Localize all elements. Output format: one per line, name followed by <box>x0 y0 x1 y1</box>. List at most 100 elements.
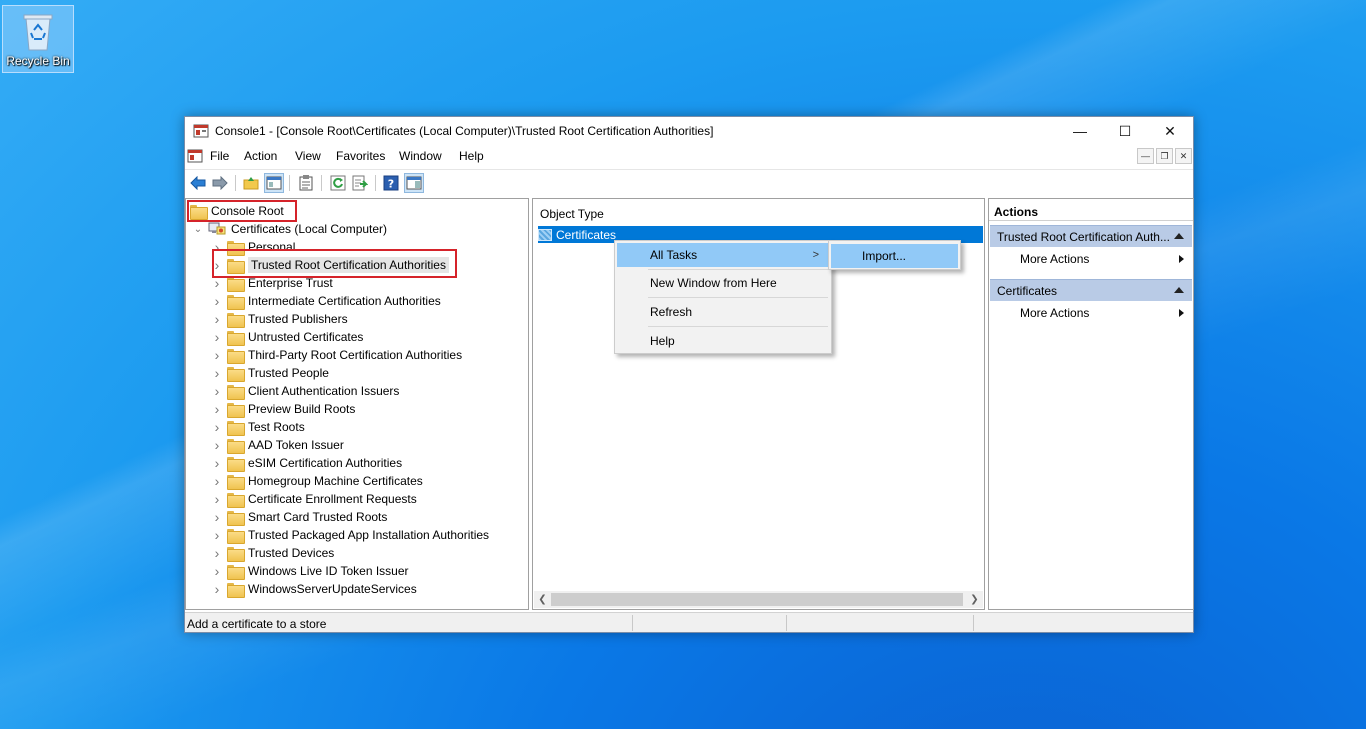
more-actions-link[interactable]: More Actions <box>1020 304 1089 322</box>
window-title: Console1 - [Console Root\Certificates (L… <box>215 124 714 138</box>
more-actions-link[interactable]: More Actions <box>1020 250 1089 268</box>
properties-icon[interactable] <box>296 173 316 193</box>
actions-section-certificates[interactable]: Certificates <box>990 279 1192 301</box>
show-hide-action-pane-icon[interactable] <box>404 173 424 193</box>
chevron-right-icon[interactable]: › <box>211 419 223 435</box>
tree-node-intermediate-certification-authorities[interactable]: › Intermediate Certification Authorities <box>211 292 441 310</box>
chevron-right-icon: > <box>812 249 819 261</box>
context-menu-refresh[interactable]: Refresh <box>617 300 829 324</box>
export-list-icon[interactable] <box>350 173 370 193</box>
chevron-down-icon[interactable]: ⌄ <box>192 223 204 235</box>
menu-action[interactable]: Action <box>244 149 277 163</box>
help-icon[interactable]: ? <box>381 173 401 193</box>
folder-icon <box>227 510 245 526</box>
show-hide-console-tree-icon[interactable] <box>264 173 284 193</box>
tree-node-label: Homegroup Machine Certificates <box>248 474 423 488</box>
tree-node-trusted-devices[interactable]: › Trusted Devices <box>211 544 334 562</box>
certificate-folder-icon <box>538 228 552 241</box>
collapse-up-icon[interactable] <box>1174 287 1184 293</box>
horizontal-scrollbar[interactable]: ❮ ❯ <box>534 591 983 608</box>
menu-help[interactable]: Help <box>459 149 484 163</box>
all-tasks-submenu: Import... <box>828 240 961 270</box>
title-bar[interactable]: Console1 - [Console Root\Certificates (L… <box>185 117 1193 145</box>
minimize-button[interactable]: — <box>1057 117 1103 145</box>
toolbar-separator <box>375 175 376 191</box>
menu-file[interactable]: File <box>210 149 229 163</box>
menu-view[interactable]: View <box>295 149 321 163</box>
tree-node-homegroup-machine-certificates[interactable]: › Homegroup Machine Certificates <box>211 472 423 490</box>
tree-node-test-roots[interactable]: › Test Roots <box>211 418 305 436</box>
chevron-right-icon[interactable]: › <box>211 437 223 453</box>
chevron-right-icon[interactable]: › <box>211 311 223 327</box>
refresh-icon[interactable] <box>328 173 348 193</box>
menu-item-label: All Tasks <box>650 248 698 262</box>
tree-node-trusted-packaged-app-installation-authorities[interactable]: › Trusted Packaged App Installation Autho… <box>211 526 489 544</box>
chevron-right-icon[interactable]: › <box>211 365 223 381</box>
tree-node-label: eSIM Certification Authorities <box>248 456 403 470</box>
tree-node-third-party-root-certification-authorities[interactable]: › Third-Party Root Certification Authorit… <box>211 346 462 364</box>
chevron-right-icon[interactable]: › <box>211 383 223 399</box>
status-divider <box>786 615 787 631</box>
tree-node-client-authentication-issuers[interactable]: › Client Authentication Issuers <box>211 382 399 400</box>
tree-node-label: Client Authentication Issuers <box>248 384 400 398</box>
chevron-right-icon[interactable]: › <box>211 527 223 543</box>
console-menu-icon[interactable] <box>187 148 203 164</box>
tree-node-trusted-publishers[interactable]: › Trusted Publishers <box>211 310 348 328</box>
chevron-right-icon[interactable]: › <box>211 491 223 507</box>
chevron-right-icon[interactable]: › <box>211 293 223 309</box>
mdi-restore-button[interactable]: ❐ <box>1156 148 1173 164</box>
folder-icon <box>227 564 245 580</box>
chevron-right-icon[interactable]: › <box>211 401 223 417</box>
recycle-bin-desktop-icon[interactable]: Recycle Bin <box>2 5 74 73</box>
actions-section-trusted-root[interactable]: Trusted Root Certification Auth... <box>990 225 1192 247</box>
forward-arrow-icon[interactable] <box>210 173 230 193</box>
maximize-button[interactable]: ☐ <box>1102 117 1148 145</box>
context-menu-help[interactable]: Help <box>617 329 829 353</box>
mdi-close-button[interactable]: ✕ <box>1175 148 1192 164</box>
submenu-arrow-icon[interactable] <box>1179 255 1184 263</box>
chevron-right-icon[interactable]: › <box>211 545 223 561</box>
chevron-right-icon[interactable]: › <box>211 509 223 525</box>
highlight-annotation <box>212 249 457 278</box>
menu-favorites[interactable]: Favorites <box>336 149 385 163</box>
chevron-right-icon[interactable]: › <box>211 347 223 363</box>
tree-node-label: Trusted Devices <box>248 546 335 560</box>
up-folder-icon[interactable] <box>241 173 261 193</box>
chevron-right-icon[interactable]: › <box>211 455 223 471</box>
menu-item-label: New Window from Here <box>650 276 777 290</box>
context-menu-new-window[interactable]: New Window from Here <box>617 271 829 295</box>
chevron-right-icon[interactable]: › <box>211 581 223 597</box>
submenu-arrow-icon[interactable] <box>1179 309 1184 317</box>
menu-window[interactable]: Window <box>399 149 442 163</box>
tree-node-trusted-people[interactable]: › Trusted People <box>211 364 329 382</box>
context-menu-all-tasks[interactable]: All Tasks > <box>617 243 829 267</box>
tree-node-untrusted-certificates[interactable]: › Untrusted Certificates <box>211 328 363 346</box>
tree-node-label: Enterprise Trust <box>248 276 333 290</box>
more-actions-label: More Actions <box>1020 252 1090 266</box>
tree-node-label: Untrusted Certificates <box>248 330 364 344</box>
mdi-minimize-button[interactable]: — <box>1137 148 1154 164</box>
submenu-import[interactable]: Import... <box>831 244 958 268</box>
close-button[interactable]: ✕ <box>1147 117 1193 145</box>
tree-node-aad-token-issuer[interactable]: › AAD Token Issuer <box>211 436 344 454</box>
tree-node-preview-build-roots[interactable]: › Preview Build Roots <box>211 400 355 418</box>
scrollbar-thumb[interactable] <box>551 593 963 606</box>
scroll-left-icon[interactable]: ❮ <box>534 591 551 608</box>
tree-node-certificates-local-computer[interactable]: ⌄ Certificates (Local Computer) <box>192 220 387 238</box>
tree-node-smart-card-trusted-roots[interactable]: › Smart Card Trusted Roots <box>211 508 387 526</box>
column-header-object-type[interactable]: Object Type <box>540 207 604 221</box>
scroll-right-icon[interactable]: ❯ <box>966 591 983 608</box>
chevron-right-icon[interactable]: › <box>211 473 223 489</box>
tree-node-certificate-enrollment-requests[interactable]: › Certificate Enrollment Requests <box>211 490 417 508</box>
chevron-right-icon[interactable]: › <box>211 329 223 345</box>
tree-node-label: Intermediate Certification Authorities <box>248 294 441 308</box>
tree-node-windows-live-id-token-issuer[interactable]: › Windows Live ID Token Issuer <box>211 562 409 580</box>
chevron-right-icon[interactable]: › <box>211 275 223 291</box>
tree-node-label: Trusted Publishers <box>248 312 348 326</box>
tree-node-esim-certification-authorities[interactable]: › eSIM Certification Authorities <box>211 454 402 472</box>
collapse-up-icon[interactable] <box>1174 233 1184 239</box>
tree-node-windowsserverupdateservices[interactable]: › WindowsServerUpdateServices <box>211 580 417 598</box>
chevron-right-icon[interactable]: › <box>211 563 223 579</box>
back-arrow-icon[interactable] <box>188 173 208 193</box>
highlight-annotation <box>187 200 297 222</box>
